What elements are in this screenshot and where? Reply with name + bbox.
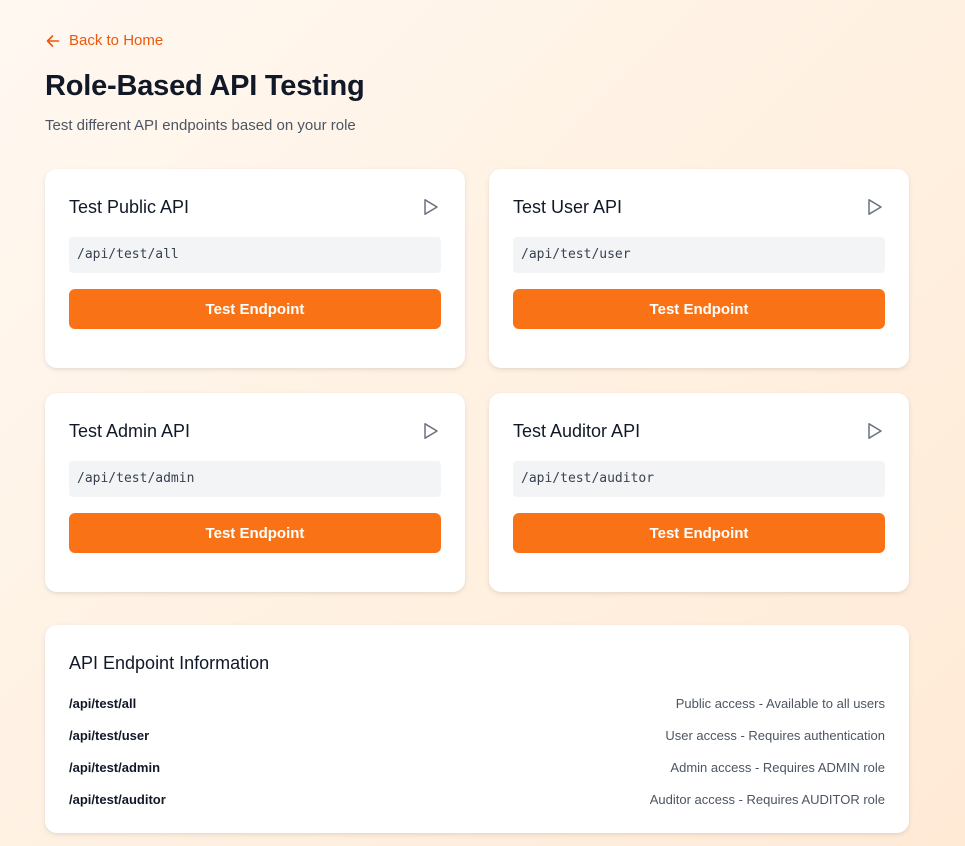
test-endpoint-button[interactable]: Test Endpoint [69, 289, 441, 329]
endpoint-path: /api/test/admin [69, 461, 441, 497]
info-row-path: /api/test/admin [69, 759, 161, 775]
info-row-description: Auditor access - Requires AUDITOR role [649, 791, 885, 807]
play-icon[interactable] [423, 198, 439, 216]
test-endpoint-button[interactable]: Test Endpoint [513, 513, 885, 553]
card-auditor-api: Test Auditor API /api/test/auditor Test … [489, 393, 909, 592]
card-title: Test Admin API [69, 421, 191, 441]
endpoint-path: /api/test/all [69, 237, 441, 273]
api-endpoint-info-card: API Endpoint Information /api/test/all P… [45, 625, 909, 833]
test-endpoint-button[interactable]: Test Endpoint [69, 513, 441, 553]
card-user-api: Test User API /api/test/user Test Endpoi… [489, 169, 909, 368]
card-title: Test User API [513, 197, 623, 217]
info-row-description: Admin access - Requires ADMIN role [670, 759, 885, 775]
test-endpoint-button[interactable]: Test Endpoint [513, 289, 885, 329]
info-row: /api/test/user User access - Requires au… [69, 725, 885, 745]
arrow-left-icon [46, 34, 60, 47]
page-subtitle: Test different API endpoints based on yo… [45, 117, 356, 134]
play-icon[interactable] [867, 198, 883, 216]
play-icon[interactable] [423, 422, 439, 440]
endpoint-path: /api/test/user [513, 237, 885, 273]
info-row: /api/test/all Public access - Available … [69, 693, 885, 713]
page-title: Role-Based API Testing [45, 70, 365, 102]
info-row-path: /api/test/user [69, 727, 150, 743]
info-row: /api/test/auditor Auditor access - Requi… [69, 789, 885, 809]
info-title: API Endpoint Information [69, 653, 270, 673]
back-to-home-link[interactable]: Back to Home [46, 32, 163, 49]
info-row: /api/test/admin Admin access - Requires … [69, 757, 885, 777]
card-admin-api: Test Admin API /api/test/admin Test Endp… [45, 393, 465, 592]
card-title: Test Public API [69, 197, 190, 217]
back-link-label: Back to Home [69, 32, 164, 49]
endpoint-path: /api/test/auditor [513, 461, 885, 497]
card-public-api: Test Public API /api/test/all Test Endpo… [45, 169, 465, 368]
card-title: Test Auditor API [513, 421, 641, 441]
info-row-path: /api/test/all [69, 695, 137, 711]
info-row-description: Public access - Available to all users [675, 695, 885, 711]
info-row-description: User access - Requires authentication [665, 727, 885, 743]
info-row-path: /api/test/auditor [69, 791, 166, 807]
play-icon[interactable] [867, 422, 883, 440]
